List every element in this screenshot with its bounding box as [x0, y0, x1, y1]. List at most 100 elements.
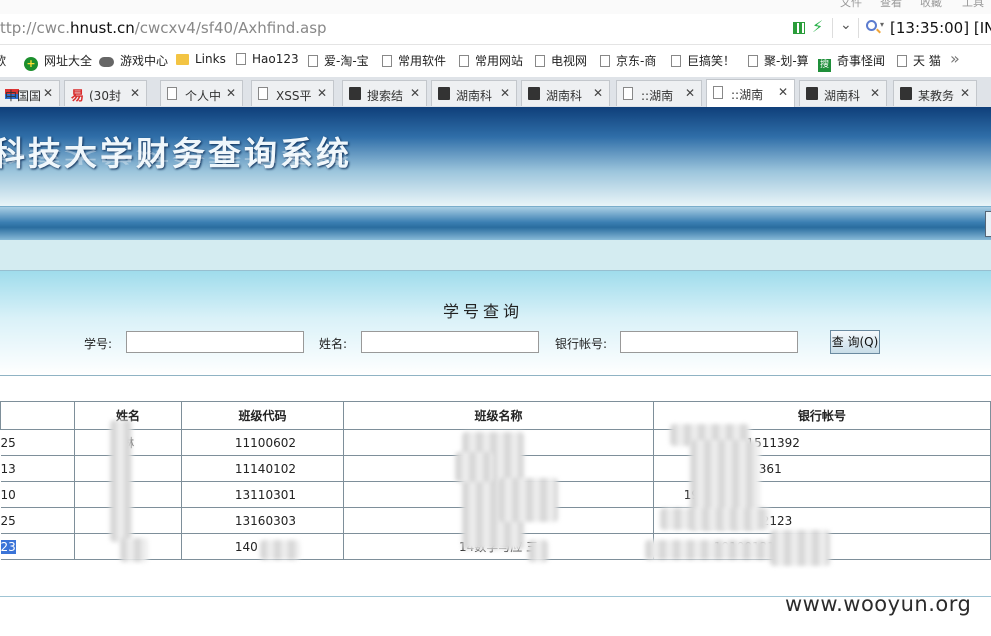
- browser-tab[interactable]: 易 (30封 ✕: [64, 80, 147, 106]
- menu-item-view[interactable]: 查看: [880, 0, 902, 10]
- bookmark-item[interactable]: 搜奇事怪闻: [818, 52, 885, 72]
- doc-icon: [600, 55, 610, 67]
- redaction-mosaic: [120, 538, 148, 562]
- cell-class-code: 11100602: [180, 429, 345, 456]
- watermark-text: www.wooyun.org: [785, 592, 972, 616]
- column-header-class-code: 班级代码: [180, 401, 345, 430]
- close-icon[interactable]: ✕: [314, 86, 327, 100]
- student-id-label: 学号:: [84, 337, 113, 351]
- close-icon[interactable]: ✕: [223, 86, 236, 100]
- doc-icon: [713, 86, 723, 99]
- close-icon[interactable]: ✕: [867, 86, 880, 100]
- redaction-mosaic: [110, 420, 132, 542]
- cell-id: 25: [0, 429, 76, 456]
- redaction-mosaic: [260, 540, 300, 560]
- doc-icon: [535, 55, 545, 67]
- cell-id: 25: [0, 507, 76, 534]
- banner-title-reflection: 科技大学财务查询系统: [0, 148, 352, 166]
- bookmark-item[interactable]: 游戏中心: [99, 52, 168, 68]
- browser-tab[interactable]: 湖南科 ✕: [799, 80, 887, 106]
- close-icon[interactable]: ✕: [407, 86, 420, 100]
- red-logo-icon: 易: [71, 89, 85, 104]
- bookmark-item[interactable]: Hao123: [236, 52, 299, 68]
- redaction-mosaic: [528, 540, 548, 562]
- browser-tab[interactable]: 某教务 ✕: [893, 80, 977, 106]
- column-header-class-name: 班级名称: [343, 401, 654, 430]
- column-header-id: [0, 401, 76, 430]
- bookmark-item[interactable]: 京东-商: [600, 52, 656, 68]
- bookmark-item[interactable]: 天 猫: [897, 52, 941, 68]
- menu-item-favorites[interactable]: 收藏: [920, 0, 942, 10]
- bookmark-item[interactable]: 聚-划-算: [748, 52, 809, 68]
- qr-code-icon[interactable]: [793, 22, 805, 34]
- redaction-mosaic: [455, 452, 493, 482]
- folder-icon: [176, 54, 189, 65]
- browser-tab[interactable]: 湖南科 ✕: [431, 80, 517, 106]
- chevron-down-icon[interactable]: ⌄: [840, 17, 852, 33]
- bookmark-item[interactable]: 爱-淘-宝: [308, 52, 369, 68]
- browser-tab[interactable]: XSS平 ✕: [251, 80, 334, 106]
- query-button[interactable]: 查 询(Q): [830, 330, 880, 354]
- cell-id: 13: [0, 455, 76, 482]
- close-icon[interactable]: ✕: [497, 86, 510, 100]
- close-icon[interactable]: ✕: [590, 86, 603, 100]
- menu-item-tools[interactable]: 工具: [962, 0, 984, 10]
- query-panel: 学号查询 学号: 姓名: 银行帐号: 查 询(Q): [0, 271, 991, 376]
- student-id-input[interactable]: [126, 331, 304, 353]
- browser-tab-active[interactable]: ::湖南 ✕: [706, 79, 795, 107]
- nav-bar: [0, 206, 991, 241]
- redaction-mosaic: [770, 530, 830, 566]
- site-favicon-icon: [900, 87, 912, 100]
- bookmark-item[interactable]: Links: [176, 52, 226, 68]
- bank-account-input[interactable]: [620, 331, 798, 353]
- bookmark-item[interactable]: 电视网: [535, 52, 587, 68]
- close-icon[interactable]: ✕: [775, 85, 788, 99]
- bookmark-item[interactable]: + 网址大全: [24, 52, 92, 71]
- bookmark-item[interactable]: 常用软件: [382, 52, 446, 68]
- browser-tab[interactable]: 湖南科 ✕: [521, 80, 610, 106]
- browser-tab[interactable]: ::湖南 ✕: [616, 80, 702, 106]
- close-icon[interactable]: ✕: [127, 86, 140, 100]
- browser-menu-strip: 文件 查看 收藏 工具: [0, 0, 991, 14]
- bookmark-item[interactable]: 常用网站: [459, 52, 523, 68]
- address-bar[interactable]: ttp://cwc.hnust.cn/cwcxv4/sf40/Axhfind.a…: [0, 14, 991, 45]
- close-icon[interactable]: ✕: [957, 86, 970, 100]
- doc-icon: [459, 55, 469, 67]
- divider: [832, 18, 833, 38]
- doc-icon: [308, 55, 318, 67]
- menu-item-file[interactable]: 文件: [840, 0, 862, 10]
- lightning-icon[interactable]: ⚡: [812, 17, 823, 36]
- name-input[interactable]: [361, 331, 539, 353]
- url-text[interactable]: ttp://cwc.hnust.cn/cwcxv4/sf40/Axhfind.a…: [0, 19, 327, 37]
- table-header-row: 姓名 班级代码 班级名称 银行帐号: [0, 401, 991, 430]
- nav-button-stub[interactable]: [985, 211, 991, 237]
- tab-strip: 中国国 ✕ 易 (30封 ✕ 个人中 ✕ XSS平 ✕ 搜索结 ✕ 湖南科 ✕ 湖南科 ✕ ::…: [0, 77, 991, 108]
- bookmark-item[interactable]: 巨搞笑！: [671, 52, 735, 68]
- browser-tab[interactable]: 个人中 ✕: [160, 80, 243, 106]
- doc-icon: [671, 55, 681, 67]
- close-icon[interactable]: ✕: [40, 86, 53, 100]
- query-title: 学号查询: [442, 302, 523, 321]
- browser-tab[interactable]: 搜索结 ✕: [342, 80, 427, 106]
- cell-class-code: 11140102: [180, 455, 345, 482]
- clock-status-text: [13:35:00] [INF: [890, 19, 991, 37]
- bank-account-label: 银行帐号:: [555, 337, 608, 351]
- sub-strip: [0, 240, 991, 271]
- cell-id: 10: [0, 481, 76, 508]
- doc-icon: [897, 55, 907, 67]
- bookmark-item[interactable]: 歌: [0, 52, 6, 68]
- caret-down-icon[interactable]: ▾: [880, 20, 884, 29]
- close-icon[interactable]: ✕: [682, 86, 695, 100]
- bookmarks-bar: 歌 + 网址大全 游戏中心 Links Hao123 爱-淘-宝 常用软件 常用网…: [0, 45, 991, 77]
- doc-icon: [382, 55, 392, 67]
- gamepad-icon: [99, 57, 114, 67]
- browser-tab[interactable]: 中国国 ✕: [0, 80, 60, 106]
- doc-icon: [236, 53, 246, 65]
- double-chevron-right-icon[interactable]: »: [950, 49, 960, 68]
- doc-icon: [167, 87, 177, 100]
- cell-class-code: 13110301: [180, 481, 345, 508]
- name-label: 姓名:: [319, 337, 348, 351]
- redaction-mosaic: [498, 478, 558, 522]
- search-icon[interactable]: [866, 20, 877, 31]
- site-favicon-icon: [528, 87, 540, 100]
